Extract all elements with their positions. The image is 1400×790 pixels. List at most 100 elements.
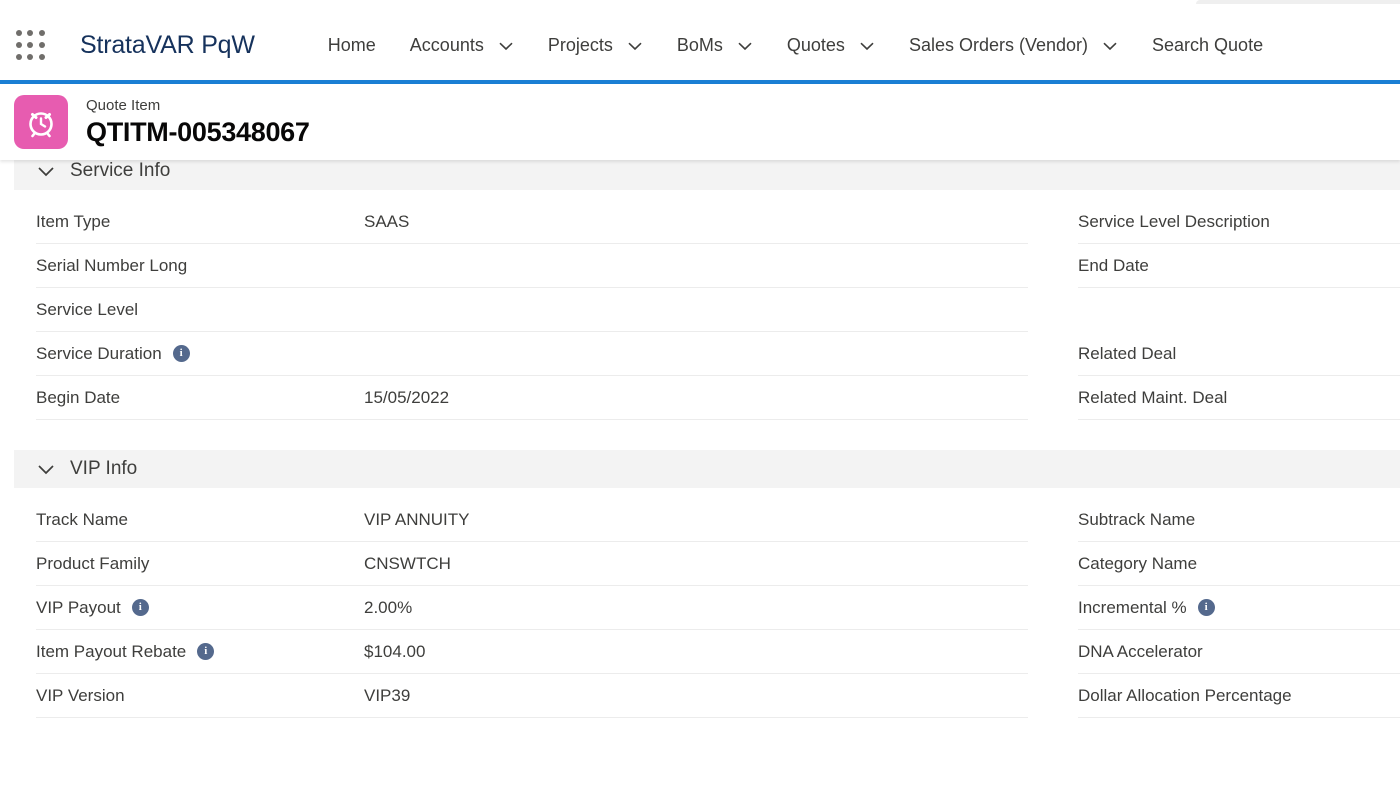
nav-item-label: Projects (547, 35, 613, 55)
chevron-down-icon[interactable] (36, 459, 56, 479)
field-label-text: Product Family (36, 553, 150, 573)
nav-item-sales-orders-vendor[interactable]: Sales Orders (Vendor) (892, 23, 1135, 69)
nav-item-quotes[interactable]: Quotes (770, 23, 892, 69)
field-label: Related Deal (1078, 344, 1400, 364)
info-icon[interactable]: i (197, 643, 215, 660)
nav-item-label: Accounts (409, 35, 484, 55)
section-left-column: Track Name VIP ANNUITY Product Family CN… (14, 498, 1042, 718)
info-icon[interactable]: i (172, 345, 190, 362)
field-value[interactable]: SAAS (364, 212, 409, 232)
field-label-text: Related Deal (1078, 343, 1177, 363)
nav-item-list: Home Accounts Projects BoMs Quotes Sales… (311, 23, 1280, 69)
field-row: VIP Payout i 2.00% (36, 586, 1028, 630)
field-row: Serial Number Long (36, 244, 1028, 288)
app-name[interactable]: StrataVAR PqW (80, 31, 255, 60)
launcher-dot (16, 41, 22, 48)
field-label: VIP Payout i (36, 598, 364, 618)
nav-item-label: Sales Orders (Vendor) (908, 35, 1089, 55)
section-header-vip-info[interactable]: VIP Info (14, 450, 1400, 488)
field-row: Category Name (1078, 542, 1400, 586)
field-row: Dollar Allocation Percentage (1078, 674, 1400, 718)
section-title: Service Info (70, 160, 171, 181)
nav-item-label: Home (327, 35, 376, 55)
field-label-text: Category Name (1078, 553, 1198, 573)
field-label-text: Begin Date (36, 387, 121, 407)
field-row: Item Payout Rebate i $104.00 (36, 630, 1028, 674)
field-label-text: DNA Accelerator (1078, 641, 1203, 661)
field-label-text: Subtrack Name (1078, 509, 1196, 529)
launcher-dot (16, 29, 22, 36)
field-label-text: Service Level Description (1078, 211, 1270, 231)
field-label: VIP Version (36, 686, 364, 706)
chevron-down-icon[interactable] (627, 38, 643, 54)
launcher-dot (38, 41, 45, 48)
field-label: Item Payout Rebate i (36, 642, 364, 662)
record-detail-card: Service Info Item Type SAAS Serial Numbe… (14, 152, 1400, 718)
field-label: Related Maint. Deal (1078, 388, 1400, 408)
alarm-clock-icon (14, 95, 68, 149)
field-row: Service Level Description (1078, 200, 1400, 244)
launcher-dot (27, 41, 34, 48)
chevron-down-icon[interactable] (737, 38, 753, 54)
browser-tab-edge (1196, 0, 1400, 4)
field-row: Item Type SAAS (36, 200, 1028, 244)
record-object-label: Quote Item (86, 97, 161, 114)
field-label-text: Serial Number Long (36, 255, 188, 275)
section-right-column: Subtrack Name Category Name Incremental … (1042, 498, 1400, 718)
field-row-spacer (1078, 288, 1400, 332)
chevron-down-icon[interactable] (36, 161, 56, 181)
field-value[interactable]: VIP39 (364, 686, 410, 706)
field-label: Item Type (36, 212, 364, 232)
app-launcher-grid-icon[interactable] (8, 26, 54, 66)
global-navigation-bar: StrataVAR PqW Home Accounts Projects BoM… (0, 8, 1400, 83)
nav-item-label: Quotes (786, 35, 845, 55)
field-label: Incremental % i (1078, 598, 1400, 618)
field-label: Category Name (1078, 554, 1400, 574)
field-row: Related Maint. Deal (1078, 376, 1400, 420)
field-label: Subtrack Name (1078, 510, 1400, 530)
launcher-dot (27, 29, 34, 36)
field-label-text: End Date (1078, 255, 1149, 275)
field-label-text: Service Duration (36, 343, 162, 363)
nav-item-search-quote[interactable]: Search Quote (1135, 23, 1280, 69)
record-title-block: Quote Item QTITM-005348067 (86, 96, 310, 148)
field-label: Begin Date (36, 388, 364, 408)
field-row: Track Name VIP ANNUITY (36, 498, 1028, 542)
field-row: Incremental % i (1078, 586, 1400, 630)
chevron-down-icon[interactable] (1102, 38, 1118, 54)
field-value[interactable]: CNSWTCH (364, 554, 451, 574)
browser-chrome-sliver (0, 0, 1400, 8)
chevron-down-icon[interactable] (859, 38, 875, 54)
field-value[interactable]: VIP ANNUITY (364, 510, 470, 530)
info-icon[interactable]: i (131, 599, 149, 616)
field-label: Service Level (36, 300, 364, 320)
section-body-service-info: Item Type SAAS Serial Number Long Servic… (14, 190, 1400, 420)
field-label-text: Related Maint. Deal (1078, 387, 1228, 407)
field-label-text: Item Payout Rebate (36, 641, 187, 661)
field-row: Related Deal (1078, 332, 1400, 376)
field-label-text: Track Name (36, 509, 128, 529)
nav-item-home[interactable]: Home (311, 23, 393, 69)
field-label-text: VIP Version (36, 685, 125, 705)
section-body-vip-info: Track Name VIP ANNUITY Product Family CN… (14, 488, 1400, 718)
section-title: VIP Info (70, 458, 138, 479)
field-value[interactable]: 2.00% (364, 598, 412, 618)
launcher-dot (27, 53, 34, 60)
field-value[interactable]: $104.00 (364, 642, 425, 662)
field-row: VIP Version VIP39 (36, 674, 1028, 718)
nav-item-accounts[interactable]: Accounts (393, 23, 531, 69)
nav-item-label: Search Quote (1152, 35, 1264, 55)
chevron-down-icon[interactable] (498, 38, 514, 54)
field-row: Service Level (36, 288, 1028, 332)
nav-item-label: BoMs (676, 35, 723, 55)
info-icon[interactable]: i (1197, 599, 1215, 616)
field-row: Product Family CNSWTCH (36, 542, 1028, 586)
record-header: Quote Item QTITM-005348067 (0, 84, 1400, 160)
page-title: QTITM-005348067 (86, 117, 310, 147)
field-value[interactable]: 15/05/2022 (364, 388, 449, 408)
field-label-text: Service Level (36, 299, 139, 319)
field-label-text: VIP Payout (36, 597, 121, 617)
nav-item-boms[interactable]: BoMs (660, 23, 770, 69)
nav-item-projects[interactable]: Projects (531, 23, 660, 69)
section-right-column: Service Level Description End Date Relat… (1042, 200, 1400, 420)
